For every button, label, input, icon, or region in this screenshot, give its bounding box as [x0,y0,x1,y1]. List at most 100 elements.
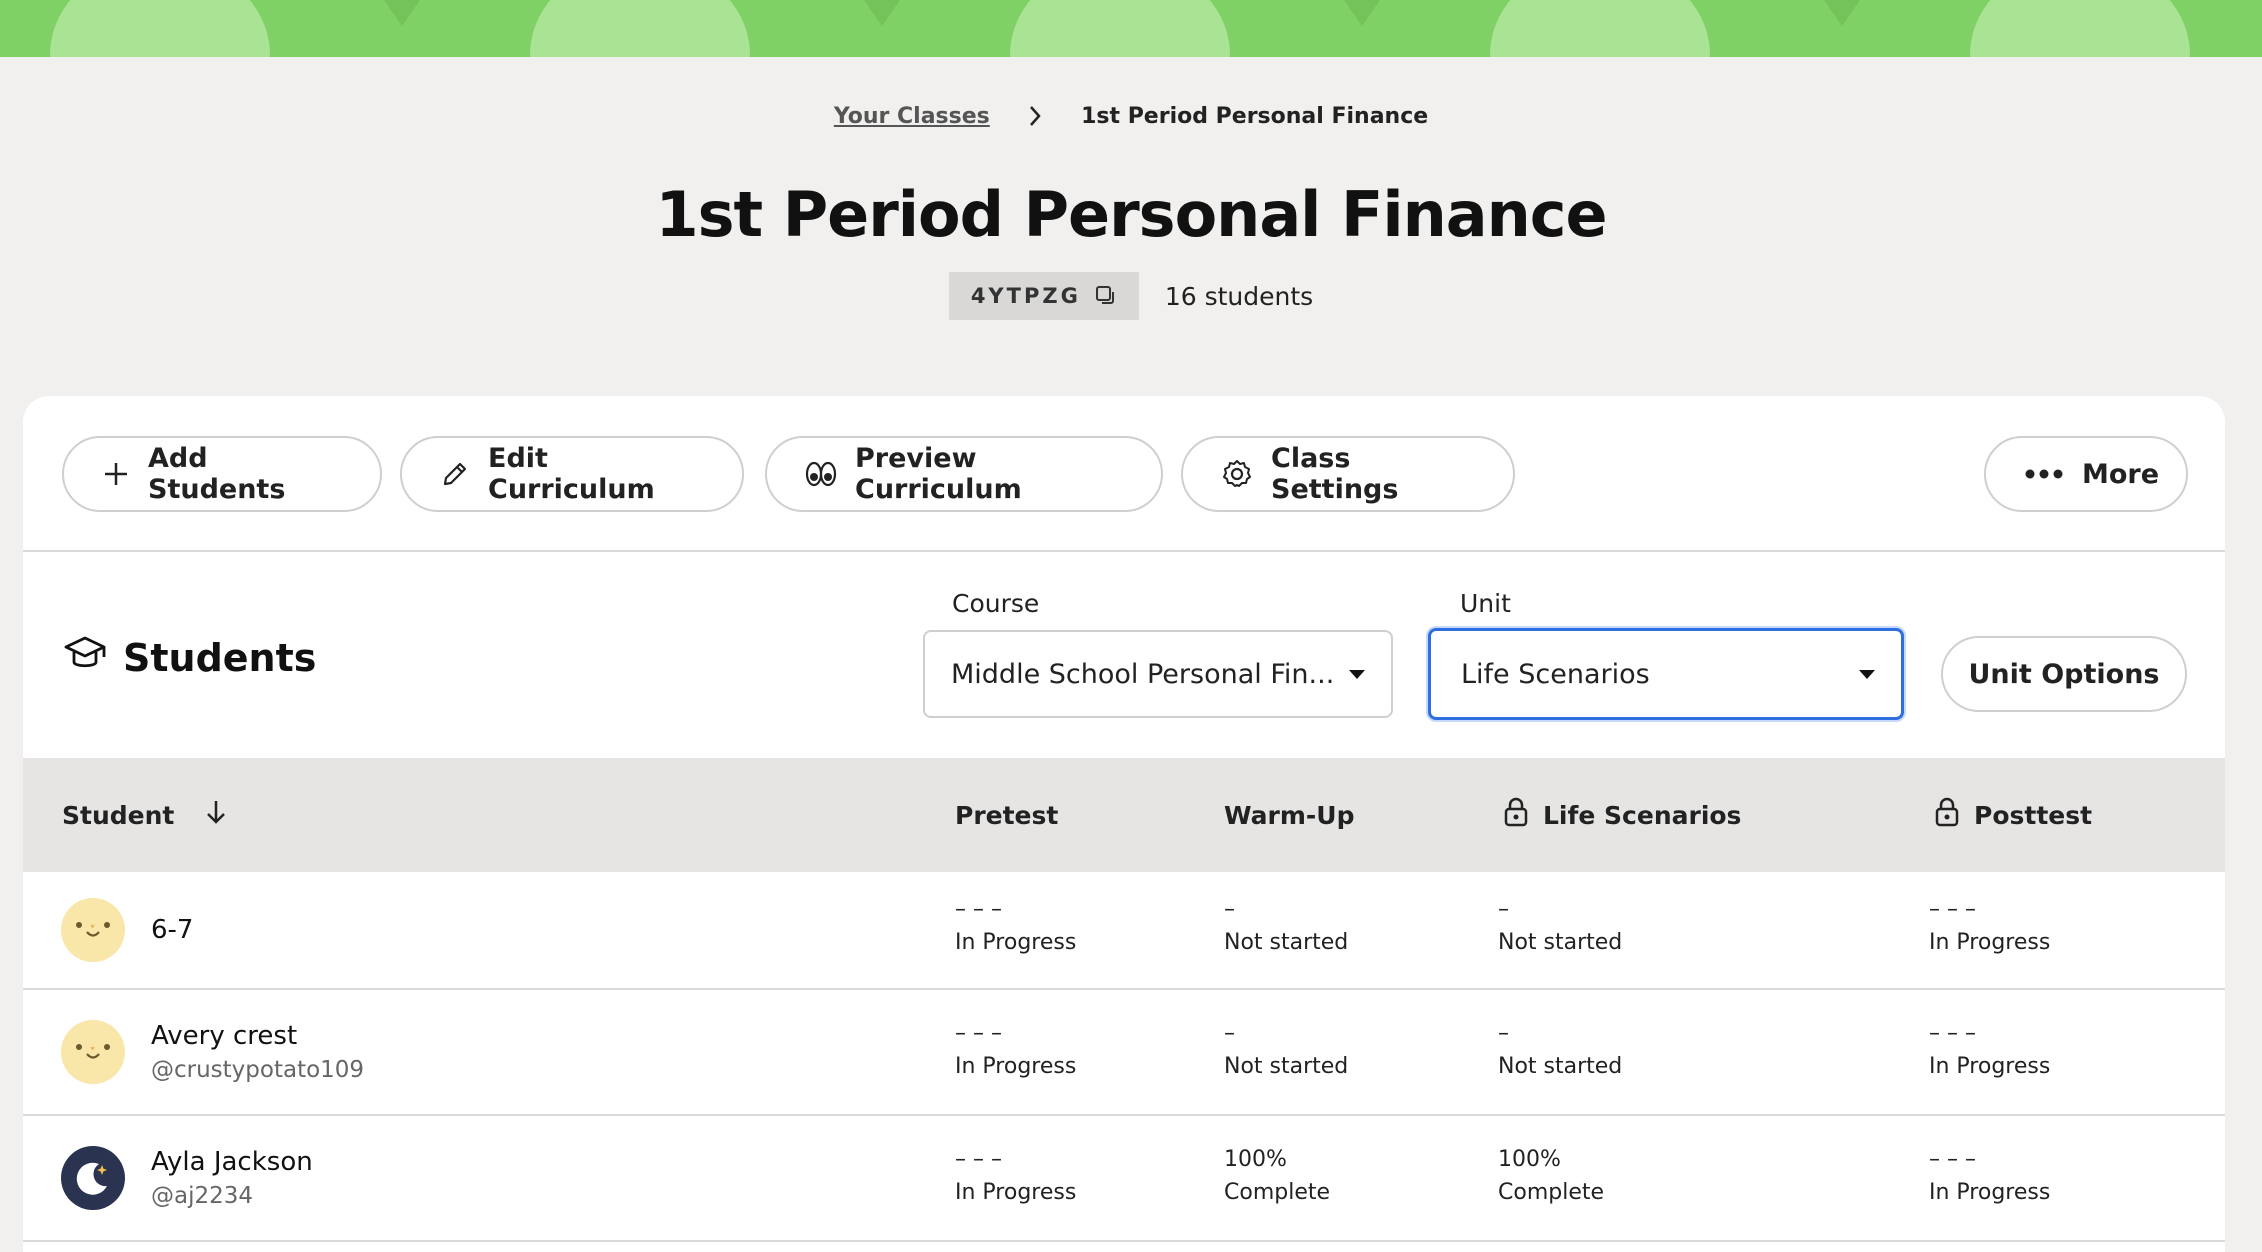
students-title: Students [123,635,317,680]
unit-label: Unit [1460,589,1511,618]
preview-curriculum-button[interactable]: Preview Curriculum [765,436,1163,512]
pretest-status-text: In Progress [955,930,1077,955]
students-heading: Students [63,631,316,684]
class-code: 4YTPZG [970,284,1081,308]
banner-notch [1344,0,1380,26]
class-meta: 4YTPZG 16 students [0,272,2262,320]
posttest-score: – – – [1929,1021,1976,1046]
preview-curriculum-label: Preview Curriculum [855,443,1022,505]
posttest-status: – – – In Progress [1929,1020,2050,1079]
more-dots-icon [2024,468,2064,480]
unit-select[interactable]: Life Scenarios [1428,628,1904,720]
warmup-status-text: Complete [1224,1180,1331,1205]
student-handle: @aj2234 [151,1183,254,1209]
breadcrumb-current: 1st Period Personal Finance [1081,104,1429,129]
page-title: 1st Period Personal Finance [655,178,1607,251]
warmup-status: – Not started [1224,1020,1348,1079]
life-scenarios-status-text: Complete [1498,1180,1605,1205]
pretest-status-text: In Progress [955,1054,1077,1079]
warmup-score: 100% [1224,1147,1287,1172]
course-select-value: Middle School Personal Fin... [951,658,1335,690]
student-cell: Ayla Jackson @aj2234 [61,1146,313,1210]
banner-bump [1010,0,1230,57]
class-settings-button[interactable]: Class Settings [1181,436,1515,512]
edit-curriculum-button[interactable]: Edit Curriculum [400,436,744,512]
class-settings-label: Class Settings [1271,443,1399,505]
posttest-score: – – – [1929,1147,1976,1172]
student-cell: 6-7 [61,898,193,962]
banner-notch [384,0,420,26]
pretest-score: – – – [955,1147,1002,1172]
column-student[interactable]: Student [62,758,228,872]
unit-options-button[interactable]: Unit Options [1941,636,2187,712]
add-students-button[interactable]: Add Students [62,436,382,512]
column-life-scenarios-label: Life Scenarios [1543,800,1742,830]
graduation-cap-icon [63,631,107,684]
moon-avatar-icon [61,1146,125,1210]
student-cell: Avery crest @crustypotato109 [61,1020,364,1084]
plus-icon [102,460,130,488]
warmup-score: – [1224,1021,1235,1046]
column-warmup-label: Warm-Up [1224,800,1355,830]
column-posttest-label: Posttest [1974,800,2093,830]
posttest-status: – – – In Progress [1929,896,2050,955]
table-row[interactable]: Ayla Jackson @aj2234 – – – In Progress 1… [23,1116,2225,1242]
add-students-label: Add Students [148,443,286,505]
course-label: Course [952,589,1040,618]
chevron-right-icon [1027,104,1043,129]
course-select[interactable]: Middle School Personal Fin... [923,630,1393,718]
caret-down-icon [1349,669,1365,679]
class-card: Add Students Edit Curriculum Preview Cur… [23,396,2225,1252]
pencil-icon [440,459,470,489]
posttest-status-text: In Progress [1929,930,2051,955]
posttest-status: – – – In Progress [1929,1146,2050,1205]
more-button[interactable]: More [1984,436,2188,512]
lock-icon [1503,797,1529,833]
student-handle: @crustypotato109 [151,1057,365,1083]
life-scenarios-status: – Not started [1498,1020,1622,1079]
caret-down-icon [1859,669,1875,679]
column-posttest: Posttest [1934,758,2092,872]
banner-bump [50,0,270,57]
copy-icon[interactable] [1095,285,1117,307]
pretest-status: – – – In Progress [955,1146,1076,1205]
student-count: 16 students [1164,281,1314,311]
sun-avatar-icon [61,898,125,962]
arrow-down-icon[interactable] [204,798,228,832]
warmup-status: – Not started [1224,896,1348,955]
toolbar: Add Students Edit Curriculum Preview Cur… [23,396,2225,552]
warmup-status-text: Not started [1224,930,1349,955]
edit-curriculum-label: Edit Curriculum [488,443,655,505]
life-scenarios-score: – [1498,1021,1509,1046]
sun-avatar-icon [61,1020,125,1084]
life-scenarios-status-text: Not started [1498,1054,1623,1079]
unit-select-value: Life Scenarios [1461,658,1650,690]
student-name: 6-7 [151,915,194,945]
column-pretest: Pretest [955,758,1058,872]
column-student-label: Student [62,800,175,830]
student-name: Ayla Jackson [151,1147,313,1177]
breadcrumb-your-classes-link[interactable]: Your Classes [834,104,990,129]
pretest-status: – – – In Progress [955,896,1076,955]
life-scenarios-score: 100% [1498,1147,1561,1172]
banner-notch [864,0,900,26]
warmup-status-text: Not started [1224,1054,1349,1079]
banner-bump [1970,0,2190,57]
life-scenarios-status: – Not started [1498,896,1622,955]
table-row[interactable]: Avery crest @crustypotato109 – – – In Pr… [23,990,2225,1116]
table-header: Student Pretest Warm-Up Life Scenarios P… [23,758,2225,872]
posttest-status-text: In Progress [1929,1180,2051,1205]
pretest-status: – – – In Progress [955,1020,1076,1079]
life-scenarios-status-text: Not started [1498,930,1623,955]
more-label: More [2082,458,2160,490]
pretest-status-text: In Progress [955,1180,1077,1205]
table-row[interactable]: 6-7 – – – In Progress – Not started – No… [23,872,2225,990]
banner-bump [1490,0,1710,57]
class-code-chip[interactable]: 4YTPZG [948,272,1139,320]
life-scenarios-status: 100% Complete [1498,1146,1604,1205]
banner-notch [1824,0,1860,26]
student-name: Avery crest [151,1021,298,1051]
lock-icon [1934,797,1960,833]
posttest-score: – – – [1929,897,1976,922]
warmup-status: 100% Complete [1224,1146,1330,1205]
